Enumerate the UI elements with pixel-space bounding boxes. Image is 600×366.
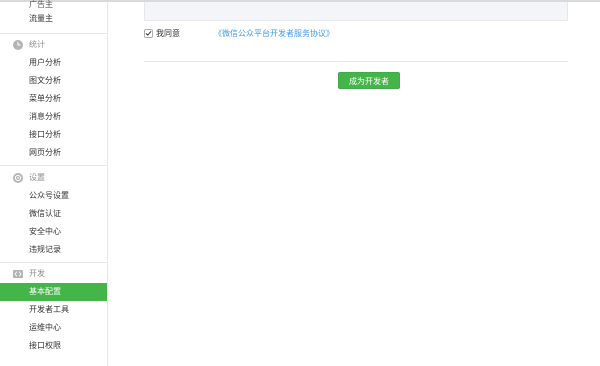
sidebar-divider	[0, 33, 107, 34]
sidebar-section-settings: 设置	[0, 169, 107, 187]
sidebar-item-developer-tools[interactable]: 开发者工具	[0, 301, 107, 319]
sidebar-item-traffic-owner[interactable]: 流量主	[0, 10, 107, 28]
sidebar-item-label: 网页分析	[29, 148, 61, 157]
sidebar-item-label: 用户分析	[29, 58, 61, 67]
sidebar-item-webpage-analysis[interactable]: 网页分析	[0, 144, 107, 162]
agreement-link[interactable]: 《微信公众平台开发者服务协议》	[214, 28, 334, 40]
sidebar-item-account-settings[interactable]: 公众号设置	[0, 187, 107, 205]
sidebar-item-label: 违规记录	[29, 245, 61, 254]
sidebar-item-label: 广告主	[29, 0, 53, 9]
section-title: 统计	[29, 40, 45, 49]
checkmark-icon	[145, 31, 152, 36]
sidebar-item-label: 运维中心	[29, 323, 61, 332]
code-icon	[13, 270, 23, 278]
sidebar-item-label: 公众号设置	[29, 191, 69, 200]
section-title: 开发	[29, 269, 45, 278]
sidebar-item-label: 图文分析	[29, 76, 61, 85]
sidebar-item-label: 接口分析	[29, 130, 61, 139]
sidebar-item-label: 基本配置	[29, 287, 61, 296]
sidebar-item-ops-center[interactable]: 运维中心	[0, 319, 107, 337]
sidebar-item-label: 菜单分析	[29, 94, 61, 103]
sidebar-item-menu-analysis[interactable]: 菜单分析	[0, 90, 107, 108]
sidebar-item-label: 接口权限	[29, 341, 61, 350]
sidebar-divider	[0, 262, 107, 263]
sidebar-item-violation-records[interactable]: 违规记录	[0, 241, 107, 259]
section-title: 设置	[29, 173, 45, 182]
sidebar-section-stats: 统计	[0, 36, 107, 54]
sidebar-item-label: 微信认证	[29, 209, 61, 218]
become-developer-button[interactable]: 成为开发者	[338, 72, 400, 89]
sidebar-divider	[0, 165, 107, 166]
info-panel	[144, 2, 568, 21]
sidebar-section-development: 开发	[0, 265, 107, 283]
sidebar-item-wechat-verification[interactable]: 微信认证	[0, 205, 107, 223]
sidebar-item-api-analysis[interactable]: 接口分析	[0, 126, 107, 144]
sidebar-item-label: 开发者工具	[29, 305, 69, 314]
clock-icon	[13, 40, 23, 50]
sidebar-nav: 广告主 流量主 统计 用户分析 图文分析 菜单分析 消息分析 接口分析 网页分析…	[0, 0, 108, 366]
sidebar-item-label: 消息分析	[29, 112, 61, 121]
sidebar-item-label: 流量主	[29, 14, 53, 23]
sidebar-item-basic-config[interactable]: 基本配置	[0, 283, 107, 301]
sidebar-item-label: 安全中心	[29, 227, 61, 236]
gear-icon	[13, 173, 23, 183]
sidebar-item-user-analysis[interactable]: 用户分析	[0, 54, 107, 72]
sidebar-item-article-analysis[interactable]: 图文分析	[0, 72, 107, 90]
agreement-label: 我同意	[156, 29, 180, 38]
sidebar-item-security-center[interactable]: 安全中心	[0, 223, 107, 241]
sidebar-item-api-permissions[interactable]: 接口权限	[0, 337, 107, 355]
sidebar-item-message-analysis[interactable]: 消息分析	[0, 108, 107, 126]
agreement-checkbox[interactable]	[144, 29, 153, 38]
section-divider	[144, 61, 568, 62]
main-content: 我同意 《微信公众平台开发者服务协议》 成为开发者	[108, 2, 600, 366]
